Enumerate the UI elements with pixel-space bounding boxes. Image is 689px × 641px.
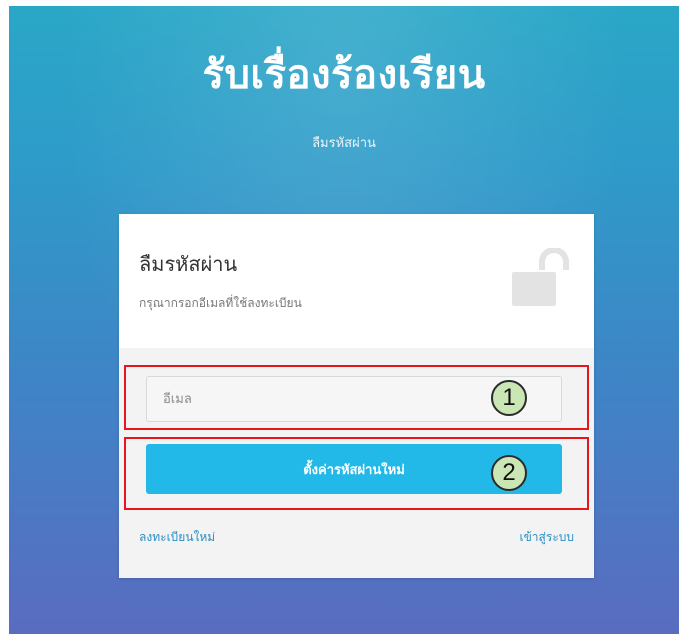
- annotation-marker-2: 2: [491, 455, 527, 491]
- login-link[interactable]: เข้าสู่ระบบ: [520, 528, 575, 547]
- page-background: รับเรื่องร้องเรียน ลืมรหัสผ่าน ลืมรหัสผ่…: [9, 6, 679, 634]
- page-subtitle: ลืมรหัสผ่าน: [312, 136, 376, 151]
- unlock-icon: [512, 248, 569, 306]
- card-description: กรุณากรอกอีเมลที่ใช้ลงทะเบียน: [139, 296, 302, 310]
- card-header: ลืมรหัสผ่าน กรุณากรอกอีเมลที่ใช้ลงทะเบีย…: [119, 214, 594, 348]
- card-title: ลืมรหัสผ่าน: [139, 252, 238, 276]
- annotation-marker-1: 1: [491, 380, 527, 416]
- register-link[interactable]: ลงทะเบียนใหม่: [139, 528, 215, 547]
- app-title: รับเรื่องร้องเรียน: [202, 52, 486, 98]
